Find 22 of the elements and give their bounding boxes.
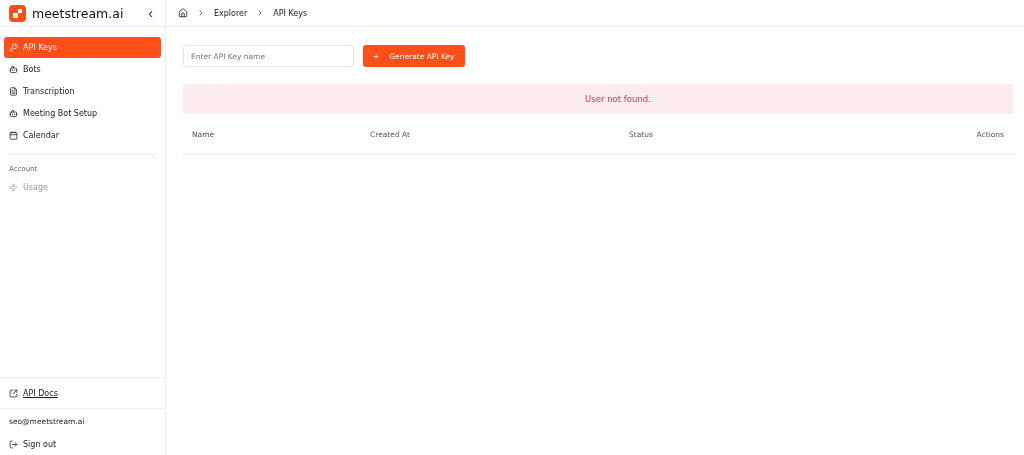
nav-item[interactable]: Meeting Bot Setup (4, 103, 161, 124)
home-icon[interactable] (178, 8, 188, 18)
error-message: User not found. (183, 84, 1013, 114)
breadcrumb[interactable]: API Keys (273, 8, 308, 18)
calendar-icon (9, 131, 18, 140)
sign-out-link[interactable]: Sign out (0, 433, 165, 455)
chevron-icon (197, 9, 205, 17)
sign-out-icon (9, 439, 18, 449)
docs-link[interactable]: API Docs (23, 388, 58, 398)
nav-item[interactable]: Transcription (4, 81, 161, 102)
bot-icon (9, 109, 18, 118)
bot-icon (9, 65, 18, 74)
collapse-button[interactable]: ‹ (148, 5, 153, 21)
logo-icon (9, 4, 26, 22)
external-link-icon (9, 388, 18, 398)
brand-name: meetstream.ai (32, 5, 125, 21)
key-icon (9, 43, 18, 52)
zap-icon (9, 183, 18, 192)
breadcrumb[interactable]: Explorer (214, 8, 248, 18)
document-icon (9, 87, 18, 96)
nav-item[interactable]: Bots (4, 59, 161, 80)
nav-item[interactable]: Calendar (4, 125, 161, 146)
